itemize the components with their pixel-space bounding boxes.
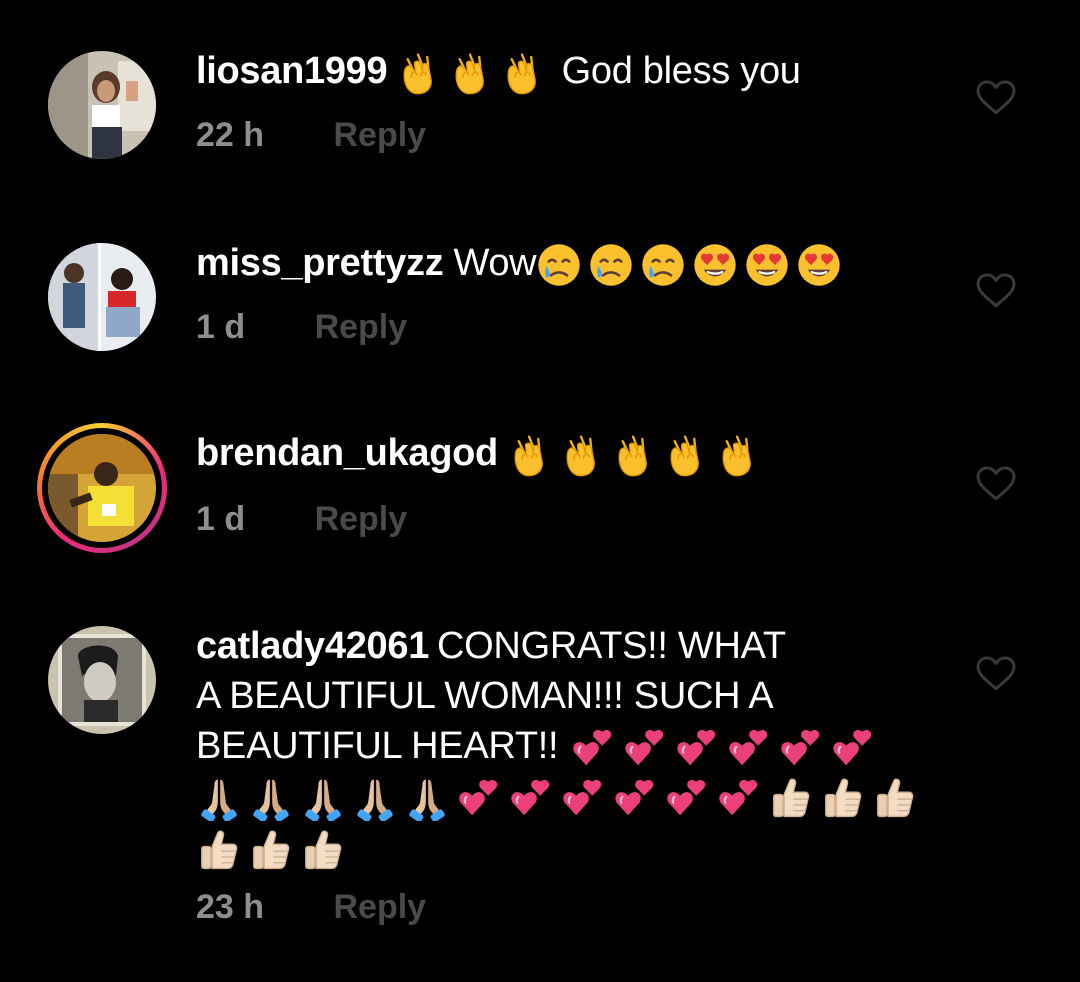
- like-heart-icon[interactable]: [976, 273, 1016, 309]
- crying-face-icon: [536, 242, 582, 288]
- comment-text-line: BEAUTIFUL HEART!!: [196, 725, 559, 767]
- comment-username[interactable]: miss_prettyzz: [196, 242, 444, 284]
- comment-time: 1 d: [196, 308, 246, 346]
- clapping-hands-icon: [395, 50, 441, 96]
- thumbs-up-icon: [196, 827, 242, 873]
- comment-text: God bless you: [561, 50, 801, 92]
- two-hearts-icon: [612, 775, 658, 821]
- like-heart-icon[interactable]: [976, 466, 1016, 502]
- comment-meta: 1 d Reply: [196, 308, 407, 347]
- comment-meta: 22 h Reply: [196, 116, 426, 155]
- reply-button[interactable]: Reply: [334, 116, 427, 155]
- comment-time: 1 d: [196, 500, 246, 538]
- like-heart-icon[interactable]: [976, 656, 1016, 692]
- two-hearts-icon: [778, 725, 824, 771]
- comment-body: liosan1999 God bless you: [196, 46, 936, 96]
- folded-hands-icon: [196, 775, 242, 821]
- story-ring[interactable]: [37, 423, 167, 553]
- two-hearts-icon: [456, 775, 502, 821]
- comment-body: miss_prettyzz Wow: [196, 238, 936, 288]
- comment-meta: 23 h Reply: [196, 888, 426, 927]
- comment-time: 23 h: [196, 888, 265, 926]
- comment-text: Wow: [453, 242, 537, 284]
- avatar[interactable]: [48, 626, 156, 734]
- folded-hands-icon: [300, 775, 346, 821]
- comment-time: 22 h: [196, 116, 265, 154]
- two-hearts-icon: [508, 775, 554, 821]
- emoji-run: [395, 50, 551, 96]
- thumbs-up-icon: [248, 827, 294, 873]
- two-hearts-icon: [622, 725, 668, 771]
- crying-face-icon: [640, 242, 686, 288]
- comment-body: brendan_ukagod: [196, 428, 936, 478]
- like-heart-icon[interactable]: [976, 80, 1016, 116]
- avatar[interactable]: [48, 434, 156, 542]
- avatar[interactable]: [48, 243, 156, 351]
- emoji-run: [506, 432, 766, 478]
- folded-hands-icon: [248, 775, 294, 821]
- heart-eyes-face-icon: [692, 242, 738, 288]
- reply-button[interactable]: Reply: [315, 500, 408, 539]
- emoji-run: [196, 827, 352, 873]
- clapping-hands-icon: [714, 432, 760, 478]
- emoji-run: [196, 775, 924, 821]
- folded-hands-icon: [404, 775, 450, 821]
- clapping-hands-icon: [506, 432, 552, 478]
- comment-username[interactable]: catlady42061: [196, 625, 429, 667]
- comment-text-line: A BEAUTIFUL WOMAN!!! SUCH A: [196, 675, 774, 717]
- comment-meta: 1 d Reply: [196, 500, 407, 539]
- clapping-hands-icon: [447, 50, 493, 96]
- thumbs-up-icon: [820, 775, 866, 821]
- thumbs-up-icon: [872, 775, 918, 821]
- comment-body: catlady42061 CONGRATS!! WHAT A BEAUTIFUL …: [196, 621, 936, 873]
- clapping-hands-icon: [610, 432, 656, 478]
- two-hearts-icon: [726, 725, 772, 771]
- emoji-run: [570, 725, 882, 771]
- folded-hands-icon: [352, 775, 398, 821]
- clapping-hands-icon: [662, 432, 708, 478]
- two-hearts-icon: [830, 725, 876, 771]
- heart-eyes-face-icon: [744, 242, 790, 288]
- two-hearts-icon: [664, 775, 710, 821]
- comment-text-line: CONGRATS!! WHAT: [437, 625, 786, 667]
- thumbs-up-icon: [300, 827, 346, 873]
- clapping-hands-icon: [558, 432, 604, 478]
- emoji-run: [536, 242, 848, 288]
- crying-face-icon: [588, 242, 634, 288]
- reply-button[interactable]: Reply: [315, 308, 408, 347]
- reply-button[interactable]: Reply: [334, 888, 427, 927]
- two-hearts-icon: [560, 775, 606, 821]
- avatar[interactable]: [48, 51, 156, 159]
- thumbs-up-icon: [768, 775, 814, 821]
- comment-username[interactable]: brendan_ukagod: [196, 432, 498, 474]
- two-hearts-icon: [674, 725, 720, 771]
- two-hearts-icon: [570, 725, 616, 771]
- comment-username[interactable]: liosan1999: [196, 50, 388, 92]
- clapping-hands-icon: [499, 50, 545, 96]
- heart-eyes-face-icon: [796, 242, 842, 288]
- two-hearts-icon: [716, 775, 762, 821]
